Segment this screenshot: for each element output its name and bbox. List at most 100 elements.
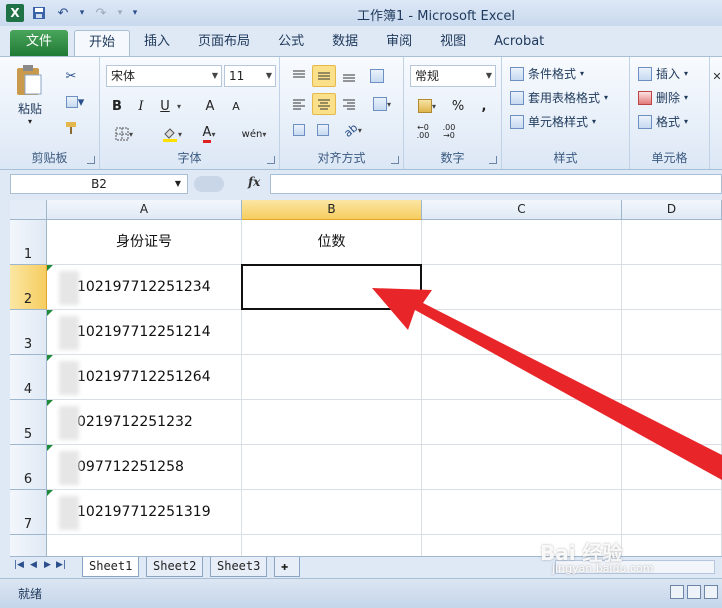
format-as-table-button[interactable]: 套用表格格式 ▾ (510, 89, 608, 106)
align-bottom-icon[interactable] (338, 65, 360, 87)
copy-icon[interactable]: ▾ (60, 91, 90, 113)
overflow-icon[interactable]: ✕ (712, 65, 722, 87)
tab-insert[interactable]: 插入 (130, 30, 184, 56)
cell-b4[interactable] (242, 355, 422, 400)
cell-d2[interactable] (622, 265, 722, 310)
tab-home[interactable]: 开始 (74, 30, 131, 56)
row-header-8[interactable] (10, 535, 47, 556)
cell-b7[interactable] (242, 490, 422, 535)
cell-d3[interactable] (622, 310, 722, 355)
font-color-button[interactable]: A ▾ (194, 123, 224, 145)
font-name-combo[interactable]: 宋体 ▼ (106, 65, 222, 87)
column-header-a[interactable]: A (47, 200, 242, 220)
cell-c1[interactable] (422, 220, 622, 265)
tab-review[interactable]: 审阅 (372, 30, 426, 56)
cell-a6[interactable]: 097712251258 (47, 445, 242, 490)
next-sheet-icon[interactable]: ▶ (44, 560, 51, 570)
wrap-text-icon[interactable] (366, 65, 388, 87)
row-header-1[interactable]: 1 (10, 220, 47, 265)
currency-icon[interactable]: ▾ (412, 95, 442, 117)
formula-splitter-icon[interactable] (194, 176, 224, 192)
tab-data[interactable]: 数据 (318, 30, 372, 56)
increase-indent-icon[interactable] (312, 119, 334, 141)
cell-b3[interactable] (242, 310, 422, 355)
cell-b1[interactable]: 位数 (242, 220, 422, 265)
last-sheet-icon[interactable]: ▶| (56, 560, 66, 570)
cell-d5[interactable] (622, 400, 722, 445)
sheet-tab-sheet2[interactable]: Sheet2 (146, 557, 204, 577)
bold-button[interactable]: B (108, 95, 126, 117)
insert-cells-button[interactable]: 插入 ▾ (638, 65, 688, 82)
cell-styles-button[interactable]: 单元格样式 ▾ (510, 113, 596, 130)
tab-file[interactable]: 文件 (10, 30, 69, 56)
grow-font-button[interactable]: A (200, 95, 220, 117)
cell-a5[interactable]: 0219712251232 (47, 400, 242, 445)
cut-icon[interactable]: ✂ (60, 65, 82, 87)
paste-dropdown-icon[interactable]: ▾ (10, 117, 50, 126)
underline-dropdown-icon[interactable]: ▾ (174, 95, 184, 117)
tab-page-layout[interactable]: 页面布局 (184, 30, 264, 56)
cell-b8[interactable] (242, 535, 422, 556)
fill-color-button[interactable]: ▾ (156, 123, 188, 145)
row-header-4[interactable]: 4 (10, 355, 47, 400)
font-launcher-icon[interactable] (267, 156, 275, 164)
column-header-b[interactable]: B (242, 200, 422, 220)
tab-formulas[interactable]: 公式 (264, 30, 318, 56)
prev-sheet-icon[interactable]: ◀ (30, 560, 37, 570)
page-layout-view-icon[interactable] (687, 585, 701, 599)
format-cells-button[interactable]: 格式 ▾ (638, 113, 688, 130)
clipboard-launcher-icon[interactable] (87, 156, 95, 164)
select-all-corner[interactable] (10, 200, 47, 220)
row-header-6[interactable]: 6 (10, 445, 47, 490)
alignment-launcher-icon[interactable] (391, 156, 399, 164)
insert-function-icon[interactable]: fx (248, 175, 260, 189)
cell-d7[interactable] (622, 490, 722, 535)
row-header-7[interactable]: 7 (10, 490, 47, 535)
cell-b5[interactable] (242, 400, 422, 445)
paste-button[interactable]: 粘贴 ▾ (10, 63, 50, 133)
italic-button[interactable]: I (132, 95, 150, 117)
first-sheet-icon[interactable]: |◀ (14, 560, 24, 570)
column-header-d[interactable]: D (622, 200, 722, 220)
cell-a7[interactable]: 102197712251319 (47, 490, 242, 535)
conditional-format-button[interactable]: 条件格式 ▾ (510, 65, 584, 82)
orientation-icon[interactable]: ab ▾ (338, 119, 368, 141)
number-format-combo[interactable]: 常规 ▼ (410, 65, 496, 87)
decrease-indent-icon[interactable] (288, 119, 310, 141)
borders-button[interactable]: ▾ (108, 123, 140, 145)
cell-d1[interactable] (622, 220, 722, 265)
cell-c7[interactable] (422, 490, 622, 535)
cell-d8[interactable] (622, 535, 722, 556)
page-break-view-icon[interactable] (704, 585, 718, 599)
cell-a2[interactable]: 102197712251234 (47, 265, 242, 310)
row-header-2[interactable]: 2 (10, 265, 47, 310)
percent-button[interactable]: % (450, 95, 466, 117)
cell-c5[interactable] (422, 400, 622, 445)
shrink-font-button[interactable]: A (226, 95, 246, 117)
cell-d6[interactable] (622, 445, 722, 490)
increase-decimal-icon[interactable]: ←0.00 (412, 121, 434, 143)
merge-center-icon[interactable]: ▾ (366, 93, 398, 115)
underline-button[interactable]: U (156, 95, 174, 117)
cell-c6[interactable] (422, 445, 622, 490)
cell-a4[interactable]: 102197712251264 (47, 355, 242, 400)
active-cell-b2[interactable] (241, 264, 422, 310)
cell-a3[interactable]: 102197712251214 (47, 310, 242, 355)
cell-d4[interactable] (622, 355, 722, 400)
align-middle-icon[interactable] (312, 65, 336, 87)
tab-acrobat[interactable]: Acrobat (480, 30, 558, 56)
formula-input[interactable] (270, 174, 722, 194)
align-left-icon[interactable] (288, 93, 310, 115)
cell-c2[interactable] (422, 265, 622, 310)
comma-button[interactable]: , (476, 95, 492, 117)
normal-view-icon[interactable] (670, 585, 684, 599)
cell-a8[interactable] (47, 535, 242, 556)
align-top-icon[interactable] (288, 65, 310, 87)
delete-cells-button[interactable]: 删除 ▾ (638, 89, 688, 106)
row-header-5[interactable]: 5 (10, 400, 47, 445)
cell-c4[interactable] (422, 355, 622, 400)
decrease-decimal-icon[interactable]: .00 →0 (438, 121, 460, 143)
align-center-icon[interactable] (312, 93, 336, 115)
insert-sheet-icon[interactable]: ✚ (274, 557, 300, 577)
cell-c3[interactable] (422, 310, 622, 355)
